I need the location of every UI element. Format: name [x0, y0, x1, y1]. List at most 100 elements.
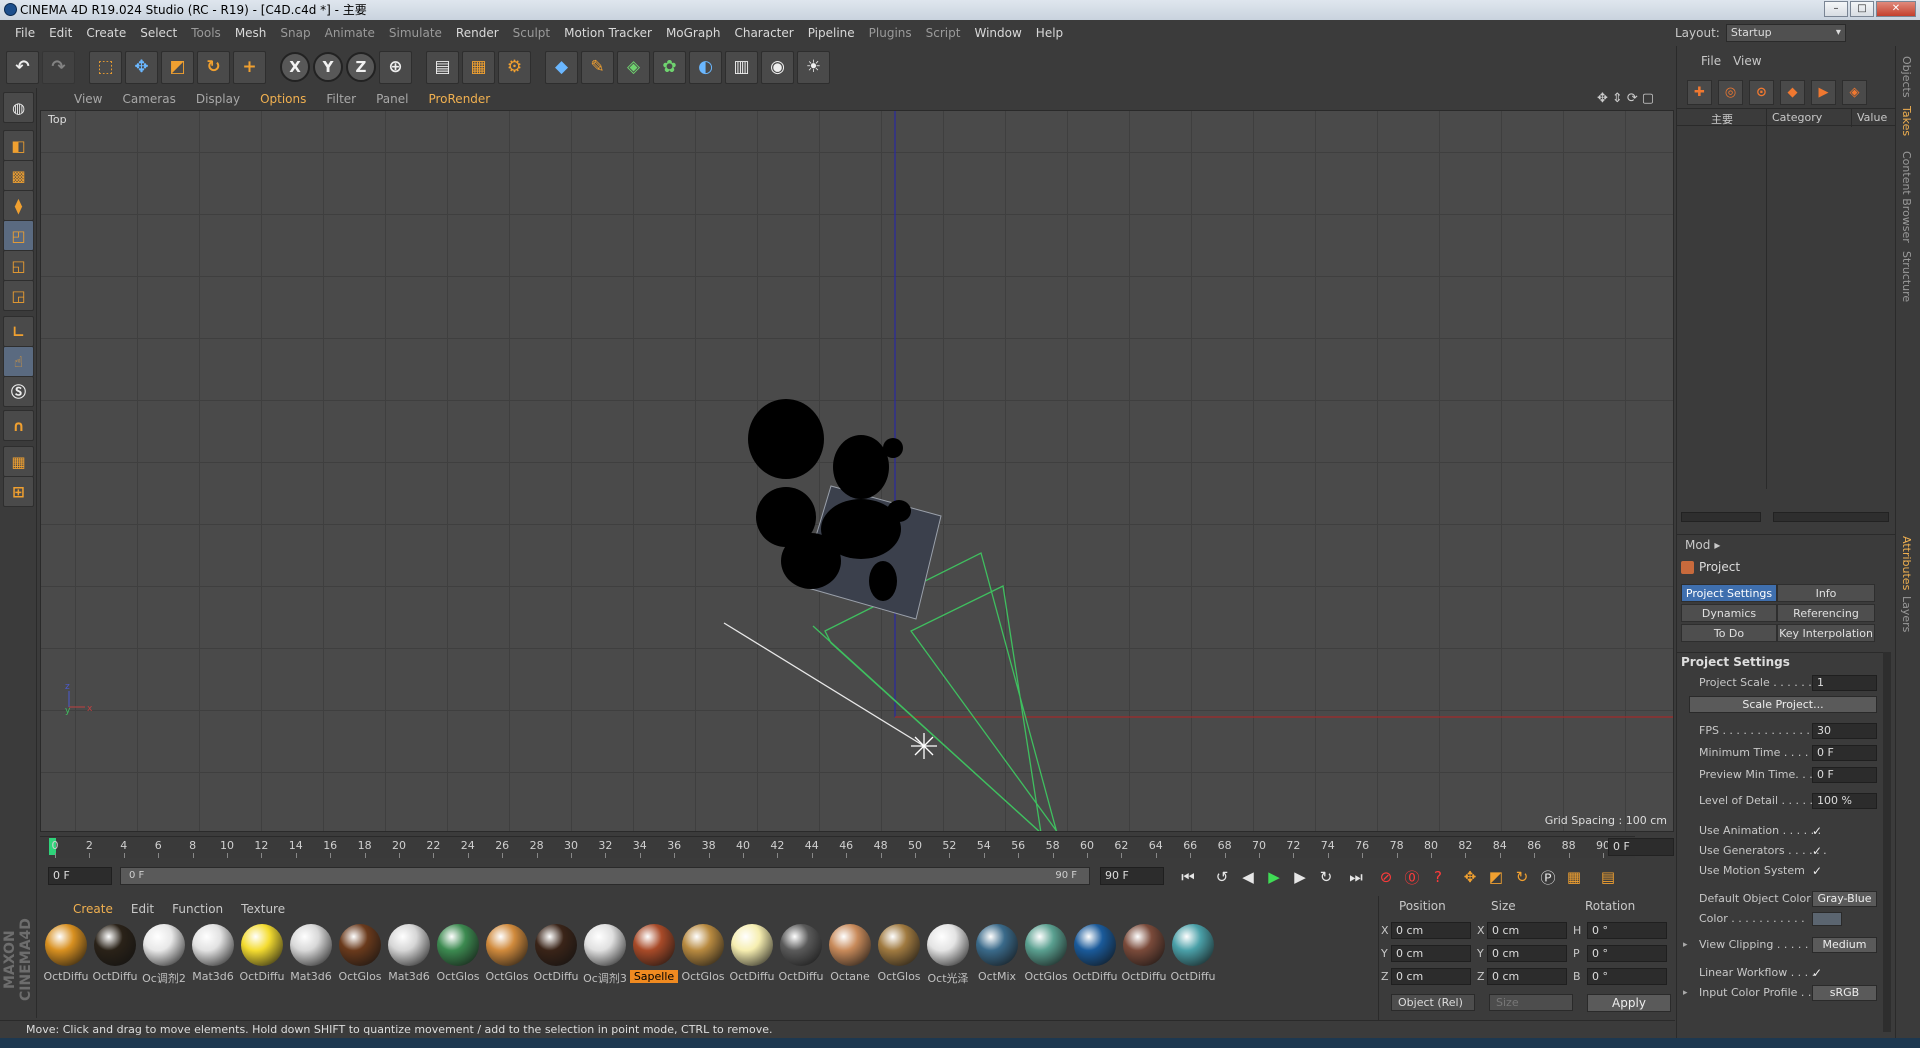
subdivision-icon[interactable]: ◈	[617, 50, 650, 84]
tab-key-interpolation[interactable]: Key Interpolation	[1777, 624, 1875, 642]
side-tab-attributes[interactable]: Attributes	[1900, 536, 1913, 590]
material-swatch[interactable]: OctDiffu	[91, 924, 139, 986]
y-axis-icon[interactable]: Y	[313, 52, 343, 82]
material-swatch[interactable]: OctGlos	[483, 924, 531, 986]
material-swatch[interactable]: Octane	[826, 924, 874, 986]
material-swatch[interactable]: Oc调剂2	[140, 924, 188, 986]
timeline-window-icon[interactable]: ▤	[1596, 865, 1620, 889]
redo-icon[interactable]: ↷	[42, 50, 75, 84]
end-frame-field[interactable]: 90 F	[1100, 867, 1164, 885]
solo-mode-icon[interactable]: Ⓢ	[3, 376, 34, 407]
take-auto-icon[interactable]: ⊙	[1749, 79, 1774, 105]
menu-select[interactable]: Select	[133, 26, 184, 40]
material-swatch[interactable]: OctGlos	[1022, 924, 1070, 986]
goto-start-icon[interactable]: ⏮	[1176, 865, 1200, 889]
side-tab-takes[interactable]: Takes	[1900, 106, 1913, 136]
menu-window[interactable]: Window	[967, 26, 1028, 40]
cloner-icon[interactable]: ✿	[653, 50, 686, 84]
make-editable-icon[interactable]: ◍	[3, 92, 34, 123]
render-settings-icon[interactable]: ⚙	[498, 50, 531, 84]
menu-render[interactable]: Render	[449, 26, 506, 40]
material-swatch[interactable]: OctMix	[973, 924, 1021, 986]
key-position-icon[interactable]: ✥	[1458, 865, 1482, 889]
grid-lock-icon[interactable]: ▦	[3, 446, 34, 477]
start-frame-field[interactable]: 0 F	[48, 867, 112, 885]
take-lock-icon[interactable]: ◆	[1780, 79, 1805, 105]
linear-workflow-checkbox[interactable]: ✓	[1812, 964, 1822, 982]
minimize-button[interactable]: –	[1824, 1, 1848, 17]
layout-dropdown[interactable]: Startup	[1725, 24, 1846, 42]
pos-z-field[interactable]: 0 cm	[1391, 968, 1471, 985]
maximize-button[interactable]: □	[1850, 1, 1874, 17]
side-tab-content-browser[interactable]: Content Browser	[1900, 151, 1913, 243]
use-generators-checkbox[interactable]: ✓	[1812, 842, 1822, 860]
fps-field[interactable]: 30	[1812, 723, 1877, 739]
pos-y-field[interactable]: 0 cm	[1391, 945, 1471, 962]
side-tab-structure[interactable]: Structure	[1900, 251, 1913, 302]
autokey-icon[interactable]: ⓪	[1400, 865, 1424, 889]
expand-arrow-icon[interactable]: ▸	[1683, 936, 1688, 954]
render-view-icon[interactable]: ▤	[426, 50, 459, 84]
use-animation-checkbox[interactable]: ✓	[1812, 822, 1822, 840]
side-tab-objects[interactable]: Objects	[1900, 56, 1913, 98]
key-rotation-icon[interactable]: ↻	[1510, 865, 1534, 889]
material-swatch[interactable]: OctDiffu	[42, 924, 90, 986]
viewport-menu-prorender[interactable]: ProRender	[418, 92, 500, 106]
menu-script[interactable]: Script	[919, 26, 968, 40]
edges-mode-icon[interactable]: ◱	[3, 250, 34, 281]
material-swatch[interactable]: Oc调剂3	[581, 924, 629, 986]
minimum-time-field[interactable]: 0 F	[1812, 745, 1877, 761]
material-menu-create[interactable]: Create	[64, 902, 122, 916]
material-menu-texture[interactable]: Texture	[232, 902, 294, 916]
takes-scrollbar-left[interactable]	[1681, 512, 1761, 522]
current-frame-field[interactable]: 0 F	[1608, 838, 1674, 856]
deformer-icon[interactable]: ◐	[689, 50, 722, 84]
preview-min-time-field[interactable]: 0 F	[1812, 767, 1877, 783]
preview-range-slider[interactable]: 0 F 90 F	[120, 867, 1090, 885]
pos-x-field[interactable]: 0 cm	[1391, 922, 1471, 939]
rotate-icon[interactable]: ↻	[197, 50, 230, 84]
size-y-field[interactable]: 0 cm	[1487, 945, 1567, 962]
pen-icon[interactable]: ✎	[581, 50, 614, 84]
viewport-menu-view[interactable]: View	[64, 92, 112, 106]
menu-tools[interactable]: Tools	[184, 26, 228, 40]
apply-button[interactable]: Apply	[1587, 994, 1671, 1012]
material-swatch[interactable]: OctDiffu	[532, 924, 580, 986]
workplane-icon[interactable]: ⧫	[3, 190, 34, 221]
play-icon[interactable]: ▶	[1262, 865, 1286, 889]
take-render-icon[interactable]: ▶	[1811, 79, 1836, 105]
prev-key-icon[interactable]: ↺	[1210, 865, 1234, 889]
material-swatch[interactable]: OctGlos	[679, 924, 727, 986]
points-mode-icon[interactable]: ◰	[3, 220, 34, 251]
texture-mode-icon[interactable]: ▩	[3, 160, 34, 191]
snap-magnet-icon[interactable]: ∩	[3, 410, 34, 441]
menu-pipeline[interactable]: Pipeline	[801, 26, 862, 40]
menu-edit[interactable]: Edit	[42, 26, 79, 40]
default-object-color-dropdown[interactable]: Gray-Blue	[1812, 891, 1877, 907]
take-filter-icon[interactable]: ◈	[1842, 79, 1867, 105]
next-key-icon[interactable]: ↻	[1314, 865, 1338, 889]
takes-menu-file[interactable]: File	[1701, 54, 1733, 68]
goto-end-icon[interactable]: ⏭	[1344, 865, 1368, 889]
timeline-ruler[interactable]: 0 2 4 6 8 10 12 14 16 18 20 22 24 26 28 30 32 34 36 38 40 42 4…	[40, 836, 1635, 858]
use-motion-system-checkbox[interactable]: ✓	[1812, 862, 1822, 880]
live-select-icon[interactable]: ⬚	[89, 50, 122, 84]
menu-mesh[interactable]: Mesh	[228, 26, 274, 40]
tab-to-do[interactable]: To Do	[1681, 624, 1777, 642]
menu-help[interactable]: Help	[1029, 26, 1070, 40]
take-override-icon[interactable]: ◎	[1718, 79, 1743, 105]
material-swatch[interactable]: Mat3d6	[189, 924, 237, 986]
material-swatch[interactable]: OctDiffu	[1071, 924, 1119, 986]
view-clipping-dropdown[interactable]: Medium	[1812, 937, 1877, 953]
material-swatch[interactable]: Mat3d6	[385, 924, 433, 986]
new-take-icon[interactable]: ✚	[1687, 79, 1712, 105]
menu-create[interactable]: Create	[79, 26, 133, 40]
rot-p-field[interactable]: 0 °	[1587, 945, 1667, 962]
model-mode-icon[interactable]: ◧	[3, 130, 34, 161]
x-axis-icon[interactable]: X	[280, 52, 310, 82]
material-swatch[interactable]: OctGlos	[875, 924, 923, 986]
material-menu-edit[interactable]: Edit	[122, 902, 163, 916]
material-menu-function[interactable]: Function	[163, 902, 232, 916]
camera-icon[interactable]: ◉	[761, 50, 794, 84]
menu-plugins[interactable]: Plugins	[862, 26, 919, 40]
